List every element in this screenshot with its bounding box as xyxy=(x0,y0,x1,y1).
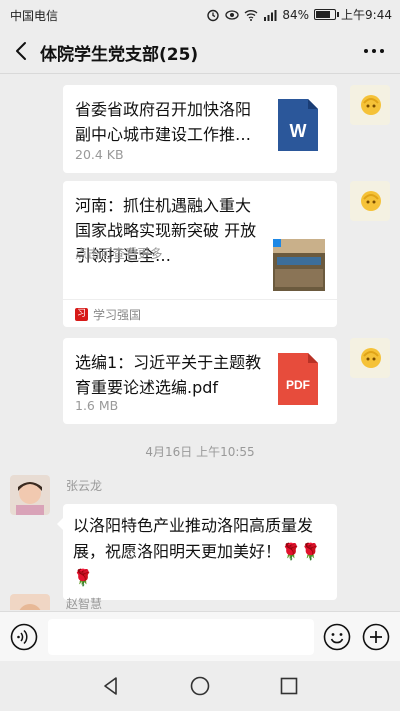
sender-avatar[interactable] xyxy=(10,594,50,610)
file-title: 省委省政府召开加快洛阳副中心城市建设工作推… xyxy=(75,100,252,144)
article-hint: 点击可查看更多 xyxy=(75,246,163,261)
back-arrow-icon[interactable] xyxy=(8,36,36,66)
alarm-icon xyxy=(207,9,220,21)
pdf-file-icon-label: PDF xyxy=(286,378,310,392)
nav-recents-icon[interactable] xyxy=(278,675,300,697)
file-title: 选编1：习近平关于主题教育重要论述选编.pdf xyxy=(75,353,262,397)
status-bar: 中国电信 84% 上午9:44 xyxy=(0,0,400,30)
battery-fill xyxy=(316,11,331,18)
more-options-icon[interactable] xyxy=(360,38,388,64)
file-message-word[interactable]: 省委省政府召开加快洛阳副中心城市建设工作推… 20.4 KB W xyxy=(63,85,337,173)
battery-icon xyxy=(314,9,340,20)
pdf-file-icon: PDF xyxy=(278,353,318,405)
my-avatar[interactable] xyxy=(350,338,390,378)
avatar-image xyxy=(10,594,50,610)
carrier-label: 中国电信 xyxy=(10,9,59,23)
word-file-icon-label: W xyxy=(290,121,307,141)
my-avatar[interactable] xyxy=(350,181,390,221)
article-source: 习 学习强国 xyxy=(63,299,337,327)
text-message[interactable]: 以洛阳特色产业推动洛阳高质量发展，祝愿洛阳明天更加美好！🌹🌹🌹 xyxy=(57,504,337,600)
chat-header: 体院学生党支部(25) xyxy=(0,30,400,74)
avatar-image xyxy=(350,181,390,221)
article-message[interactable]: 河南：抓住机遇融入重大国家战略实现新突破 开放引领打造全… 点击可查看更多 习 … xyxy=(63,181,337,327)
wifi-icon xyxy=(244,9,258,21)
my-avatar[interactable] xyxy=(350,85,390,125)
xuexi-qiangguo-icon: 习 xyxy=(75,308,88,321)
file-size: 20.4 KB xyxy=(75,147,124,162)
status-icons: 84% 上午9:44 xyxy=(206,6,392,23)
avatar-image xyxy=(10,475,50,515)
article-thumbnail xyxy=(273,239,325,291)
nav-back-icon[interactable] xyxy=(100,675,122,697)
sender-avatar[interactable] xyxy=(10,475,50,515)
nav-home-icon[interactable] xyxy=(189,675,211,697)
word-file-icon: W xyxy=(278,99,318,151)
avatar-image xyxy=(350,338,390,378)
chat-title: 体院学生党支部(25) xyxy=(40,45,199,65)
input-bar xyxy=(0,611,400,661)
battery-percent: 84% xyxy=(282,7,310,22)
sender-name: 张云龙 xyxy=(66,479,103,493)
message-input[interactable] xyxy=(48,619,314,655)
file-message-pdf[interactable]: 选编1：习近平关于主题教育重要论述选编.pdf 1.6 MB PDF xyxy=(63,338,337,424)
avatar-image xyxy=(350,85,390,125)
system-navigation-bar xyxy=(0,661,400,711)
signal-icon xyxy=(264,9,277,21)
file-size: 1.6 MB xyxy=(75,398,119,413)
message-timestamp: 4月16日 上午10:55 xyxy=(145,445,255,459)
message-list[interactable]: 省委省政府召开加快洛阳副中心城市建设工作推… 20.4 KB W 河南：抓住机遇… xyxy=(0,75,400,610)
emoji-icon[interactable] xyxy=(323,623,351,651)
voice-input-icon[interactable] xyxy=(10,623,38,651)
clock: 上午9:44 xyxy=(341,8,392,22)
source-name: 学习强国 xyxy=(93,308,142,322)
sender-name: 赵智慧 xyxy=(66,597,103,610)
eye-icon xyxy=(225,9,240,20)
add-icon[interactable] xyxy=(362,623,390,651)
